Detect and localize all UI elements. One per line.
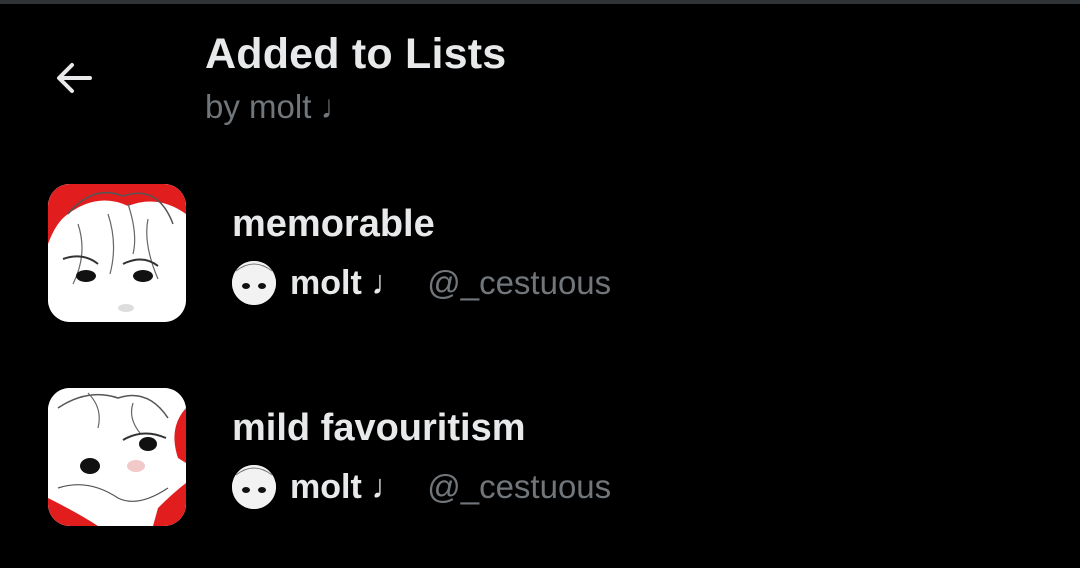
arrow-left-icon bbox=[57, 63, 92, 93]
lists-container: memorable molt ♩ @_cestuous mild favouri… bbox=[0, 150, 1080, 558]
list-owner: molt ♩ @_cestuous bbox=[232, 260, 611, 306]
header-titles: Added to Lists by molt ♩ bbox=[205, 30, 506, 126]
page-title: Added to Lists bbox=[205, 30, 507, 78]
back-button[interactable] bbox=[44, 48, 104, 108]
list-owner: molt ♩ @_cestuous bbox=[232, 464, 611, 510]
owner-handle: @_cestuous bbox=[427, 468, 612, 505]
list-thumbnail bbox=[48, 184, 186, 322]
list-item[interactable]: memorable molt ♩ @_cestuous bbox=[0, 150, 1080, 354]
owner-name: molt ♩ bbox=[290, 467, 406, 506]
owner-name: molt ♩ bbox=[290, 263, 406, 302]
avatar bbox=[232, 465, 276, 509]
list-name: mild favouritism bbox=[232, 407, 526, 449]
list-item[interactable]: mild favouritism molt ♩ @_cestuous bbox=[0, 354, 1080, 558]
list-item-text: mild favouritism molt ♩ @_cestuous bbox=[232, 406, 611, 510]
page-subtitle: by molt ♩ bbox=[205, 88, 354, 125]
owner-handle: @_cestuous bbox=[427, 264, 612, 301]
avatar bbox=[232, 261, 276, 305]
page-header: Added to Lists by molt ♩ bbox=[0, 4, 1080, 144]
list-item-text: memorable molt ♩ @_cestuous bbox=[232, 202, 611, 306]
list-name: memorable bbox=[232, 203, 435, 245]
list-thumbnail bbox=[48, 388, 186, 526]
